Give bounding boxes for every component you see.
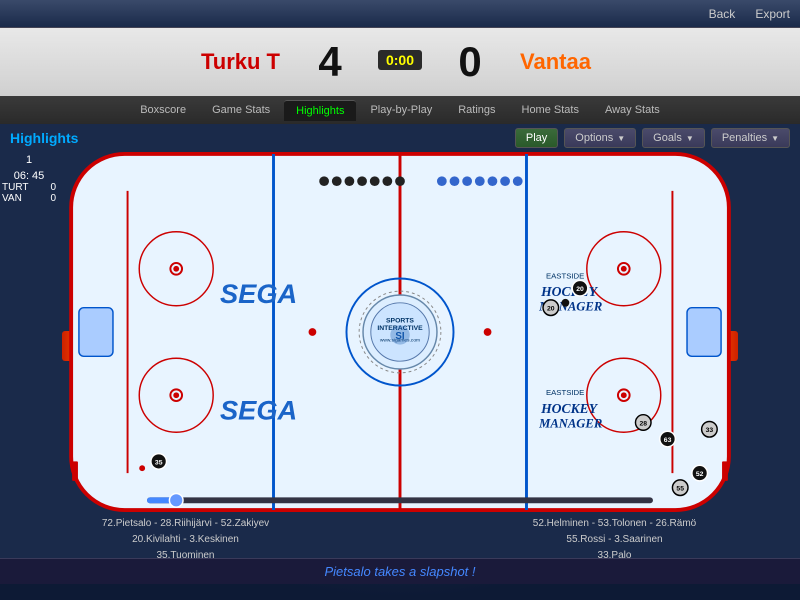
period-display: 1 [0, 154, 58, 166]
options-label: Options [575, 132, 613, 144]
top-bar: Back Export [0, 0, 800, 28]
status-text: Pietsalo takes a slapshot ! [324, 564, 475, 579]
svg-text:MANAGER: MANAGER [538, 416, 602, 430]
score-header: Turku T 4 0:00 0 Vantaa [0, 28, 800, 96]
time-display: 06: 45 [0, 170, 58, 182]
play-button[interactable]: Play [515, 128, 558, 148]
rink-svg: SPORTS INTERACTIVE www.sigames.com SI [60, 152, 740, 512]
left-panel: 1 06: 45 TURT 0 VAN 0 [0, 154, 58, 204]
highlights-controls: Play Options ▼ Goals ▼ Penalties ▼ [515, 128, 790, 148]
svg-text:SPORTS: SPORTS [386, 317, 414, 324]
rink-container: SPORTS INTERACTIVE www.sigames.com SI [60, 152, 740, 512]
tab-game-stats[interactable]: Game Stats [200, 100, 282, 120]
svg-text:EASTSIDE: EASTSIDE [546, 388, 584, 397]
svg-text:55: 55 [676, 486, 684, 493]
tab-ratings[interactable]: Ratings [446, 100, 507, 120]
svg-text:20: 20 [547, 306, 555, 313]
score-home: 4 [300, 38, 360, 86]
svg-text:HOCKEY: HOCKEY [540, 401, 599, 416]
timer-display: 0:00 [378, 50, 422, 70]
svg-text:SEGA: SEGA [220, 395, 297, 426]
goals-button[interactable]: Goals ▼ [642, 128, 705, 148]
tab-play-by-play[interactable]: Play-by-Play [358, 100, 444, 120]
tab-away-stats[interactable]: Away Stats [593, 100, 672, 120]
goals-label: Goals [653, 132, 682, 144]
tab-highlights[interactable]: Highlights [284, 100, 356, 121]
svg-text:28: 28 [639, 420, 647, 427]
goals-arrow-icon: ▼ [686, 134, 694, 143]
van-score: 0 [50, 193, 56, 204]
tab-boxscore[interactable]: Boxscore [128, 100, 198, 120]
home-team-name: Turku T [100, 49, 300, 75]
back-button[interactable]: Back [709, 7, 736, 21]
away-team-name: Vantaa [500, 49, 700, 75]
home-score-row: TURT 0 [0, 182, 58, 193]
tab-home-stats[interactable]: Home Stats [510, 100, 591, 120]
export-button[interactable]: Export [755, 7, 790, 21]
turt-score: 0 [50, 182, 56, 193]
content-area: Highlights Play Options ▼ Goals ▼ Penalt… [0, 124, 800, 584]
left-line1: 72.Pietsalo - 28.Riihijärvi - 52.Zakiyev [10, 516, 361, 532]
options-arrow-icon: ▼ [617, 134, 625, 143]
right-line2: 55.Rossi - 3.Saarinen [439, 532, 790, 548]
highlights-bar: Highlights Play Options ▼ Goals ▼ Penalt… [0, 124, 800, 152]
left-line2: 20.Kivilahti - 3.Keskinen [10, 532, 361, 548]
svg-text:SI: SI [395, 331, 404, 342]
score-away: 0 [440, 38, 500, 86]
penalties-label: Penalties [722, 132, 767, 144]
turt-label: TURT [2, 182, 28, 193]
svg-text:20: 20 [576, 286, 584, 293]
penalties-button[interactable]: Penalties ▼ [711, 128, 790, 148]
svg-text:HOCKEY: HOCKEY [540, 284, 599, 299]
svg-text:52: 52 [696, 471, 704, 478]
svg-text:EASTSIDE: EASTSIDE [546, 271, 584, 280]
svg-text:33: 33 [706, 427, 714, 434]
timer-box: 0:00 [360, 50, 440, 74]
right-line1: 52.Helminen - 53.Tolonen - 26.Rämö [439, 516, 790, 532]
away-score-row: VAN 0 [0, 193, 58, 204]
svg-text:35: 35 [155, 459, 163, 466]
van-label: VAN [2, 193, 22, 204]
highlights-title: Highlights [10, 130, 78, 146]
score-box: 4 0:00 0 [300, 38, 500, 86]
svg-text:63: 63 [664, 437, 672, 444]
play-label: Play [526, 132, 547, 144]
status-bar: Pietsalo takes a slapshot ! [0, 558, 800, 584]
penalties-arrow-icon: ▼ [771, 134, 779, 143]
options-button[interactable]: Options ▼ [564, 128, 636, 148]
svg-text:SEGA: SEGA [220, 278, 297, 309]
nav-tabs: Boxscore Game Stats Highlights Play-by-P… [0, 96, 800, 124]
